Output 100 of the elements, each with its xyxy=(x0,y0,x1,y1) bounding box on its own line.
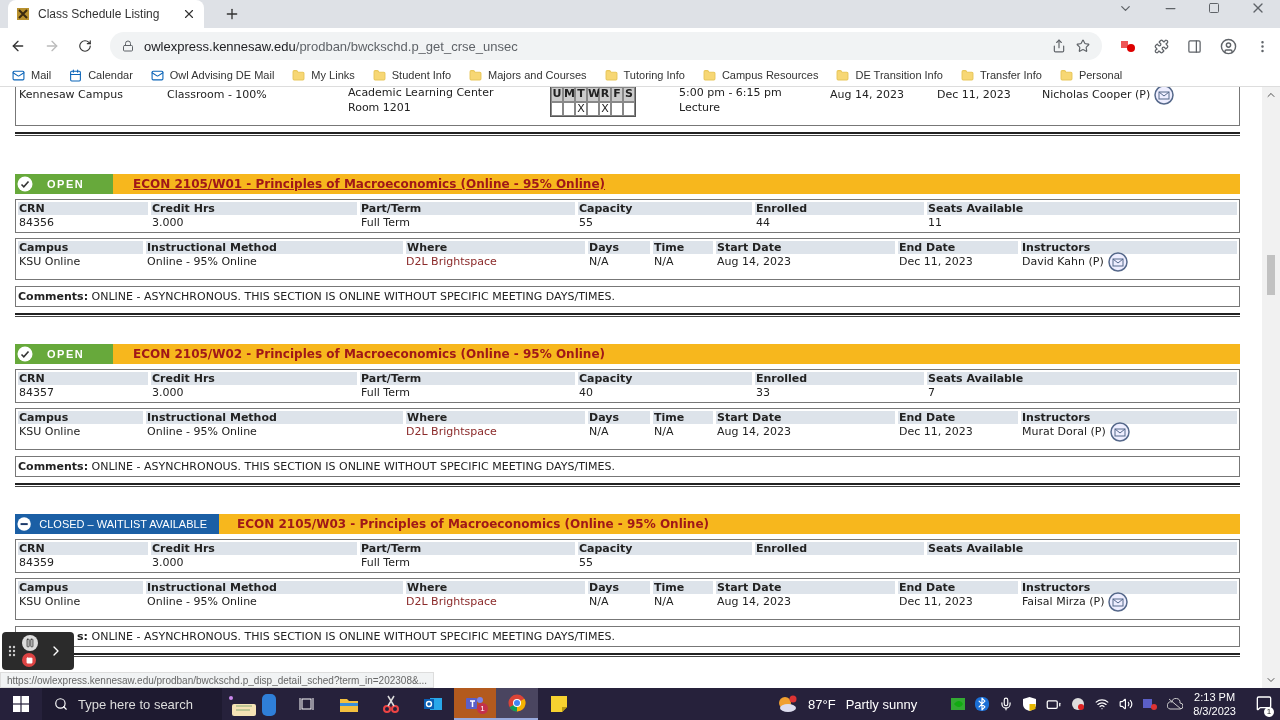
column-label: Time xyxy=(653,581,713,594)
new-tab-icon[interactable] xyxy=(224,6,240,22)
windows-start-icon[interactable] xyxy=(13,696,29,712)
outlook-icon[interactable] xyxy=(424,696,442,712)
column-label: Where xyxy=(406,241,585,254)
column-label: Instructors xyxy=(1021,241,1237,254)
pause-icon[interactable] xyxy=(22,635,38,651)
bookmark-link[interactable]: Transfer Info xyxy=(979,69,1042,81)
close-icon[interactable] xyxy=(182,7,196,21)
side-panel-icon[interactable] xyxy=(1187,38,1202,54)
column-label: Instructional Method xyxy=(146,241,403,254)
column-label: Days xyxy=(588,241,650,254)
day-letter: M xyxy=(563,87,575,102)
lock-icon xyxy=(122,40,134,52)
column-label: Seats Available xyxy=(927,372,1237,385)
notification-badge: 1 xyxy=(477,703,488,714)
course-title-link[interactable]: ECON 2105/W01 - Principles of Macroeconomics (Online - 95% Online) xyxy=(133,177,606,191)
table-cell-text: Aug 14, 2023 xyxy=(716,424,792,439)
bookmark-link[interactable]: Mail xyxy=(31,69,52,81)
notifications-icon[interactable] xyxy=(1256,694,1272,711)
course-title-link[interactable]: ECON 2105/W02 - Principles of Macroeconomics (Online - 95% Online) xyxy=(133,347,606,361)
location-link[interactable]: D2L Brightspace xyxy=(406,594,585,609)
column-label: Credit Hrs xyxy=(151,542,357,555)
teams-icon[interactable] xyxy=(466,695,484,711)
search-icon xyxy=(54,697,68,711)
table-cell-text: Kennesaw Campus xyxy=(18,87,124,103)
email-icon[interactable] xyxy=(1154,87,1175,105)
task-view-icon[interactable] xyxy=(299,697,315,711)
column-label: End Date xyxy=(898,411,1018,424)
back-icon[interactable] xyxy=(10,38,26,54)
table-cell-text: Dec 11, 2023 xyxy=(898,254,974,269)
clock-date[interactable]: 8/3/2023 xyxy=(1193,704,1236,718)
email-icon[interactable] xyxy=(1107,251,1128,272)
location-link[interactable]: D2L Brightspace xyxy=(406,254,585,269)
wifi-icon[interactable] xyxy=(1095,697,1110,711)
puzzle-icon[interactable] xyxy=(1154,38,1169,54)
star-icon[interactable] xyxy=(1076,39,1090,53)
address-bar[interactable]: owlexpress.kennesaw.edu/prodban/bwckschd.p_get_crse_unsec xyxy=(110,32,1102,60)
column-label: Where xyxy=(406,411,585,424)
column-label: Enrolled xyxy=(755,372,924,385)
share-icon[interactable] xyxy=(1052,39,1066,53)
stop-icon[interactable] xyxy=(22,653,36,667)
status-label: OPEN xyxy=(15,174,113,194)
calendar-icon xyxy=(69,68,83,82)
tab-favicon-icon xyxy=(16,7,30,21)
folder-icon[interactable] xyxy=(340,696,358,712)
bookmark-link[interactable]: Personal xyxy=(1078,69,1123,81)
bluetooth-icon[interactable] xyxy=(975,697,990,711)
notification-count: 1 xyxy=(1264,706,1274,717)
table-cell-text: Online - 95% Online xyxy=(146,424,258,439)
column-label: Seats Available xyxy=(927,542,1237,555)
shield-icon[interactable] xyxy=(1023,697,1037,711)
column-label: Where xyxy=(406,581,585,594)
drag-handle-icon[interactable] xyxy=(8,645,16,657)
chrome-icon[interactable] xyxy=(508,694,526,712)
bookmark-link[interactable]: Owl Advising DE Mail xyxy=(169,69,275,81)
day-letter: S xyxy=(623,87,635,102)
column-label: Instructional Method xyxy=(146,581,403,594)
bookmark-link[interactable]: Student Info xyxy=(391,69,452,81)
extension-icon[interactable] xyxy=(1120,39,1136,53)
table-cell-text: 55 xyxy=(578,215,594,230)
volume-icon[interactable] xyxy=(1119,697,1134,711)
sticky-note-icon[interactable] xyxy=(551,696,567,712)
bookmark-link[interactable]: Campus Resources xyxy=(721,69,819,81)
column-label: Days xyxy=(588,411,650,424)
bookmark-link[interactable]: Tutoring Info xyxy=(623,69,685,81)
reload-icon[interactable] xyxy=(78,39,92,53)
table-cell-text: Dec 11, 2023 xyxy=(898,594,974,609)
day-mark: X xyxy=(599,101,611,116)
column-label: Credit Hrs xyxy=(151,372,357,385)
bookmark-link[interactable]: DE Transition Info xyxy=(855,69,943,81)
microphone-icon[interactable] xyxy=(999,697,1014,711)
folder-icon xyxy=(960,68,974,82)
column-label: Campus xyxy=(18,411,143,424)
taskbar-search-field[interactable]: Type here to search xyxy=(42,688,222,720)
profile-icon[interactable] xyxy=(1220,37,1237,55)
email-icon[interactable] xyxy=(1109,421,1130,442)
table-cell-text: Online - 95% Online xyxy=(146,254,258,269)
column-label: End Date xyxy=(898,581,1018,594)
clock-time[interactable]: 2:13 PM xyxy=(1194,690,1236,704)
restore-icon[interactable] xyxy=(1208,2,1220,14)
scissors-icon[interactable] xyxy=(383,695,399,713)
column-label: Capacity xyxy=(578,202,752,215)
cloud-offline-icon[interactable] xyxy=(1167,698,1184,710)
day-letter: T xyxy=(575,87,587,102)
column-label: Part/Term xyxy=(360,372,575,385)
bookmark-link[interactable]: Majors and Courses xyxy=(488,69,587,81)
folder-icon xyxy=(702,68,716,82)
browser-tab[interactable]: Class Schedule Listing xyxy=(8,0,204,28)
course-title-link[interactable]: ECON 2105/W03 - Principles of Macroeconomics (Online - 95% Online) xyxy=(237,517,710,531)
location-link[interactable]: D2L Brightspace xyxy=(406,424,585,439)
email-icon[interactable] xyxy=(1108,591,1129,612)
bookmark-link[interactable]: Calendar xyxy=(88,69,133,81)
scroll-thumb[interactable] xyxy=(1267,255,1275,295)
column-label: Capacity xyxy=(578,542,752,555)
scrollbar[interactable] xyxy=(1262,87,1280,688)
comments-text: ONLINE - ASYNCHRONOUS. THIS SECTION IS ONLINE WITHOUT SPECIFIC MEETING DAYS/TIMES. xyxy=(91,459,616,474)
bookmark-link[interactable]: My Links xyxy=(311,69,355,81)
weather-icon[interactable] xyxy=(776,695,798,713)
column-label: Days xyxy=(588,581,650,594)
